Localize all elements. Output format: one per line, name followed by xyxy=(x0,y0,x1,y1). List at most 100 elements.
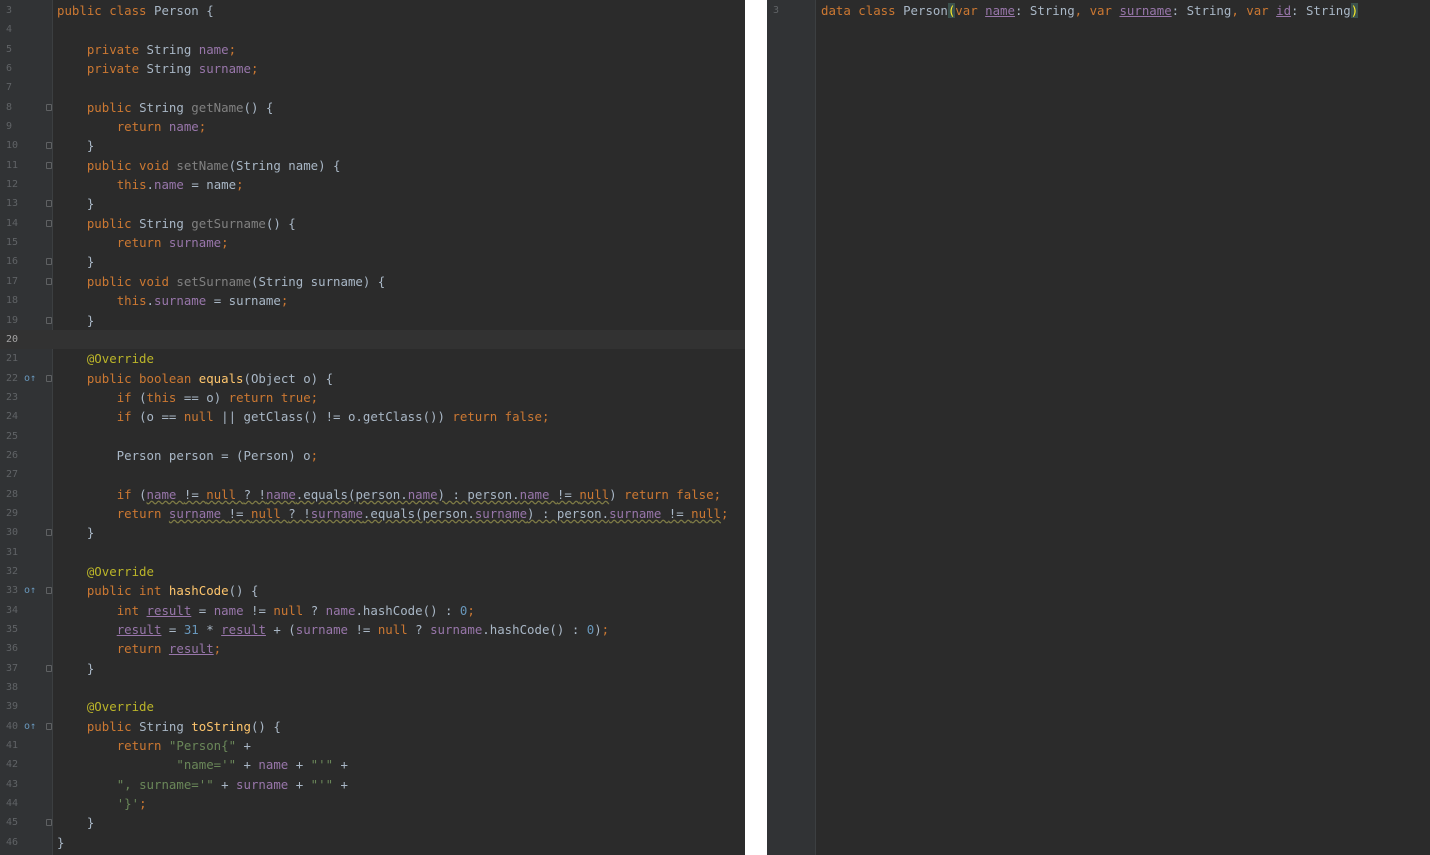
code-line[interactable]: 23 if (this == o) return true; xyxy=(0,388,745,407)
code-line[interactable]: 43 ", surname='" + surname + "'" + xyxy=(0,775,745,794)
code-text: '}'; xyxy=(57,794,147,813)
code-line[interactable]: 30 } xyxy=(0,523,745,542)
code-line[interactable]: 9 return name; xyxy=(0,117,745,136)
code-token: this xyxy=(116,177,147,193)
code-text: } xyxy=(57,659,94,678)
code-line[interactable]: 40 o↑ public String toString() { xyxy=(0,717,745,736)
code-line[interactable]: 20 xyxy=(0,329,745,350)
line-number: 27 xyxy=(6,469,19,481)
code-line[interactable]: 8 public String getName() { xyxy=(0,98,745,117)
line-number: 4 xyxy=(6,24,13,36)
code-line[interactable]: 24 if (o == null || getClass() != o.getC… xyxy=(0,407,745,426)
code-text: public String toString() { xyxy=(57,717,281,736)
code-line[interactable]: 37 } xyxy=(0,659,745,678)
code-text: private String name; xyxy=(57,40,236,59)
code-line[interactable]: 36 return result; xyxy=(0,639,745,658)
code-line[interactable]: 6 private String surname; xyxy=(0,59,745,78)
code-line[interactable]: 41 return "Person{" + xyxy=(0,736,745,755)
code-token: public void xyxy=(86,157,177,173)
code-token: surname xyxy=(310,505,363,521)
code-line[interactable]: 44 '}'; xyxy=(0,794,745,813)
code-line[interactable]: 14 public String getSurname() { xyxy=(0,214,745,233)
code-line[interactable]: 33 o↑ public int hashCode() { xyxy=(0,581,745,600)
code-token: { xyxy=(206,3,214,18)
code-line[interactable]: 32 @Override xyxy=(0,562,745,581)
fold-toggle-icon[interactable] xyxy=(46,219,52,227)
code-line[interactable]: 13 } xyxy=(0,194,745,213)
code-line[interactable]: 10 } xyxy=(0,136,745,155)
code-line[interactable]: 27 xyxy=(0,465,745,484)
fold-toggle-icon[interactable] xyxy=(46,722,52,730)
code-text: public void setSurname(String surname) { xyxy=(57,272,385,291)
override-marker-icon[interactable]: o↑ xyxy=(24,581,36,600)
override-marker-icon[interactable]: o↑ xyxy=(24,369,36,388)
code-line[interactable]: 16 } xyxy=(0,252,745,271)
fold-toggle-icon[interactable] xyxy=(46,161,52,169)
kotlin-editor-pane[interactable]: 3 data class Person(var name: String, var… xyxy=(767,0,1430,855)
fold-toggle-icon[interactable] xyxy=(46,529,52,537)
code-token: '}' xyxy=(116,796,140,812)
code-token: != xyxy=(183,486,207,502)
line-number: 22 xyxy=(6,372,19,384)
fold-toggle-icon[interactable] xyxy=(46,200,52,208)
code-token: public int xyxy=(86,583,169,599)
code-token: () { xyxy=(250,718,281,734)
code-text: if (this == o) return true; xyxy=(57,388,318,407)
code-line[interactable]: 35 result = 31 * result + (surname != nu… xyxy=(0,620,745,639)
fold-toggle-icon[interactable] xyxy=(46,142,52,150)
line-number: 9 xyxy=(6,121,13,133)
line-number: 13 xyxy=(6,198,19,210)
code-token: ( xyxy=(139,486,147,502)
code-line[interactable]: 19 } xyxy=(0,311,745,330)
fold-toggle-icon[interactable] xyxy=(46,316,52,324)
code-token: setName xyxy=(176,157,229,173)
code-line[interactable]: 21 @Override xyxy=(0,349,745,368)
fold-toggle-icon[interactable] xyxy=(46,587,52,595)
code-line[interactable]: 4 xyxy=(0,20,745,39)
code-token: ; xyxy=(310,447,319,463)
code-line[interactable]: 25 xyxy=(0,427,745,446)
code-line[interactable]: 22 o↑ public boolean equals(Object o) { xyxy=(0,369,745,388)
code-token: Person xyxy=(153,3,207,18)
code-line[interactable]: 18 this.surname = surname; xyxy=(0,291,745,310)
java-editor-pane[interactable]: 3 public class Person { 4 5 private String … xyxy=(0,0,745,855)
code-line[interactable]: 15 return surname; xyxy=(0,233,745,252)
code-line[interactable]: 31 xyxy=(0,543,745,562)
code-line[interactable]: 45 } xyxy=(0,813,745,832)
line-number: 46 xyxy=(6,836,19,848)
code-token: String xyxy=(139,718,192,734)
code-line[interactable]: 46} xyxy=(0,833,745,852)
code-line[interactable]: 38 xyxy=(0,678,745,697)
code-token: } xyxy=(57,312,95,328)
code-line[interactable]: 3 data class Person(var name: String, var… xyxy=(767,1,1430,20)
code-line[interactable]: 42 "name='" + name + "'" + xyxy=(0,755,745,774)
code-line[interactable]: 39 @Override xyxy=(0,697,745,716)
code-token: () { xyxy=(265,215,296,231)
line-number: 7 xyxy=(6,82,13,94)
code-line[interactable]: 28 if (name != null ? !name.equals(perso… xyxy=(0,485,745,504)
fold-toggle-icon[interactable] xyxy=(46,664,52,672)
fold-toggle-icon[interactable] xyxy=(46,103,52,111)
line-number: 14 xyxy=(6,217,19,229)
code-line[interactable]: 7 xyxy=(0,78,745,97)
code-line[interactable]: 17 public void setSurname(String surname… xyxy=(0,272,745,291)
fold-toggle-icon[interactable] xyxy=(46,258,52,266)
code-token: name xyxy=(213,602,251,618)
code-token: setSurname xyxy=(176,273,251,289)
code-token: surname xyxy=(168,505,229,521)
code-line[interactable]: 29 return surname != null ? !surname.equ… xyxy=(0,504,745,523)
code-line[interactable]: 3 public class Person { xyxy=(0,1,745,20)
code-token: name xyxy=(519,486,557,502)
code-line[interactable]: 5 private String name; xyxy=(0,40,745,59)
code-token: ? ! xyxy=(288,505,311,521)
code-line[interactable]: 12 this.name = name; xyxy=(0,175,745,194)
code-line[interactable]: 34 int result = name != null ? name.hash… xyxy=(0,601,745,620)
code-token: surname xyxy=(168,235,222,251)
fold-toggle-icon[interactable] xyxy=(46,819,52,827)
code-line[interactable]: 26 Person person = (Person) o; xyxy=(0,446,745,465)
override-marker-icon[interactable]: o↑ xyxy=(24,717,36,736)
fold-toggle-icon[interactable] xyxy=(46,277,52,285)
code-line[interactable]: 11 public void setName(String name) { xyxy=(0,156,745,175)
code-token: .equals(person. xyxy=(362,505,475,521)
fold-toggle-icon[interactable] xyxy=(46,374,52,382)
